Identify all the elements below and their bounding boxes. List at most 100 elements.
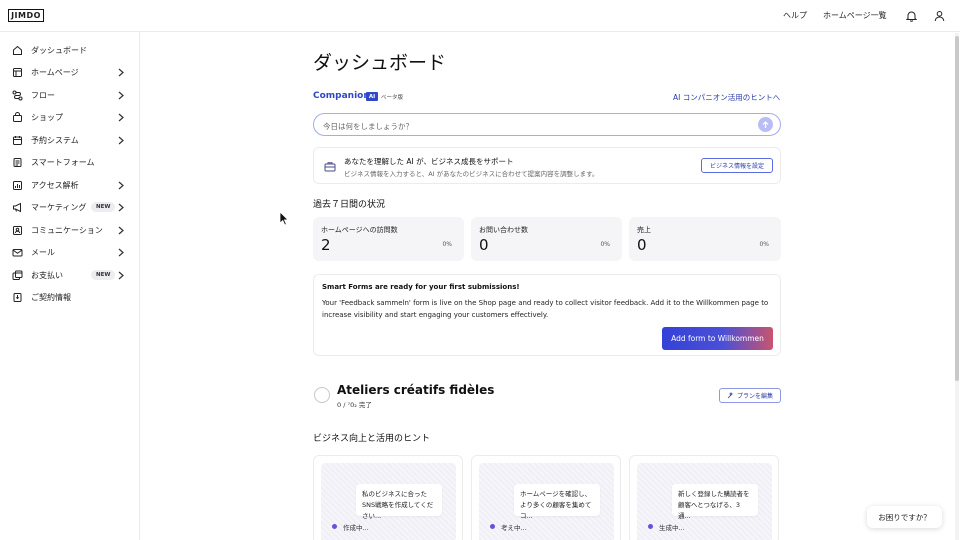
form-icon	[12, 157, 23, 168]
tip-card-preview: ホームページを確認し、より多くの顧客を集めてコ... 考え中...	[479, 463, 614, 540]
edit-plan-button[interactable]: プランを編集	[719, 388, 781, 403]
tip-text: ホームページを確認し、より多くの顧客を集めてコ...	[514, 484, 600, 520]
bag-icon	[12, 111, 23, 123]
sparkle-icon	[727, 392, 734, 399]
contact-icon	[12, 225, 23, 236]
stat-label: ホームページへの訪問数	[321, 226, 398, 234]
top-bar: JIMDO ヘルプ ホームページ一覧	[0, 0, 960, 32]
calendar-icon	[12, 135, 23, 146]
sidebar-item-label: ダッシュボード	[31, 45, 87, 55]
arrow-up-icon	[762, 120, 769, 128]
tip-status: 生成中...	[659, 524, 685, 532]
chevron-right-icon	[117, 112, 125, 122]
support-title: あなたを理解した AI が、ビジネス成長をサポート	[344, 157, 514, 166]
contract-icon	[12, 292, 23, 303]
stat-percent: 0%	[759, 241, 769, 248]
sidebar-item-booking[interactable]: 予約システム	[0, 130, 140, 150]
layout-icon	[12, 67, 23, 78]
sidebar-item-smart-form[interactable]: スマートフォーム	[0, 152, 140, 172]
sidebar-item-marketing[interactable]: マーケティング NEW	[0, 197, 140, 217]
send-button[interactable]	[758, 117, 773, 132]
status-dot	[648, 524, 653, 529]
chevron-right-icon	[117, 67, 125, 77]
beta-label: ベータ版	[381, 95, 404, 101]
support-subtitle: ビジネス情報を入力すると、AI があなたのビジネスに合わせて提案内容を調整します…	[344, 170, 599, 178]
tip-status: 考え中...	[501, 524, 527, 532]
stat-value: 0	[479, 236, 489, 254]
sidebar-item-label: メール	[31, 247, 55, 257]
companion-label: Companion	[313, 91, 370, 101]
sidebar-item-analytics[interactable]: アクセス解析	[0, 175, 140, 195]
tip-card[interactable]: 私のビジネスに合ったSNS戦略を作成してください... 作成中...	[313, 455, 463, 540]
stat-value: 0	[637, 236, 647, 254]
plan-progress: 0 / ⁷0₂ 完了	[337, 401, 372, 409]
chevron-right-icon	[117, 202, 125, 212]
chevron-right-icon	[117, 90, 125, 100]
add-form-button[interactable]: Add form to Willkommen	[662, 327, 773, 350]
sidebar-item-label: お支払い	[31, 270, 63, 280]
help-link[interactable]: ヘルプ	[783, 10, 807, 21]
jimdo-logo[interactable]: JIMDO	[8, 9, 44, 22]
mail-icon	[12, 247, 23, 258]
stat-card-visits: ホームページへの訪問数 2 0%	[313, 217, 464, 261]
stat-label: お問い合わせ数	[479, 226, 528, 234]
stats-heading: 過去７日間の状況	[313, 200, 386, 210]
sidebar-item-label: ご契約情報	[31, 292, 71, 302]
companion-hint-link[interactable]: AI コンパニオン活用のヒントへ	[673, 92, 780, 103]
ai-support-card: あなたを理解した AI が、ビジネス成長をサポート ビジネス情報を入力すると、A…	[313, 147, 781, 184]
sidebar: ダッシュボード ホームページ フロー ショップ 予約システム スマートフォーム …	[0, 32, 140, 540]
chart-icon	[12, 180, 23, 191]
set-business-info-button[interactable]: ビジネス情報を設定	[701, 158, 773, 173]
plan-title: Ateliers créatifs fidèles	[337, 383, 495, 397]
ai-tag: AI	[366, 92, 378, 101]
user-icon[interactable]	[932, 9, 946, 23]
sidebar-item-label: ホームページ	[31, 67, 79, 77]
tip-text: 新しく登録した購読者を顧客へとつなげる、3通...	[672, 484, 758, 520]
tip-card-preview: 新しく登録した購読者を顧客へとつなげる、3通... 生成中...	[637, 463, 772, 540]
sidebar-item-homepage[interactable]: ホームページ	[0, 62, 140, 82]
sidebar-item-contract[interactable]: ご契約情報	[0, 287, 140, 307]
sidebar-item-communication[interactable]: コミュニケーション	[0, 220, 140, 240]
tip-card[interactable]: 新しく登録した購読者を顧客へとつなげる、3通... 生成中...	[629, 455, 779, 540]
prompt-placeholder: 今日は何をしましょうか？	[323, 122, 413, 131]
status-dot	[332, 524, 337, 529]
stat-percent: 0%	[442, 241, 452, 248]
sidebar-item-label: スマートフォーム	[31, 157, 95, 167]
tip-card-preview: 私のビジネスに合ったSNS戦略を作成してください... 作成中...	[321, 463, 456, 540]
chevron-right-icon	[117, 247, 125, 257]
sidebar-item-shop[interactable]: ショップ	[0, 107, 140, 127]
tip-card[interactable]: ホームページを確認し、より多くの顧客を集めてコ... 考え中...	[471, 455, 621, 540]
stat-label: 売上	[637, 226, 651, 234]
tip-status: 作成中...	[343, 524, 369, 532]
home-icon	[12, 45, 23, 56]
help-chat-button[interactable]: お困りですか？	[867, 506, 942, 528]
new-badge: NEW	[91, 270, 116, 280]
sidebar-item-payment[interactable]: お支払い NEW	[0, 265, 140, 285]
edit-plan-label: プランを編集	[736, 393, 773, 400]
status-dot	[490, 524, 495, 529]
chevron-right-icon	[117, 225, 125, 235]
scrollbar-thumb[interactable]	[955, 36, 959, 381]
sidebar-item-label: コミュニケーション	[31, 225, 103, 235]
megaphone-icon	[12, 202, 23, 213]
companion-prompt-input[interactable]: 今日は何をしましょうか？	[313, 113, 781, 136]
tip-text: 私のビジネスに合ったSNS戦略を作成してください...	[356, 484, 442, 520]
chevron-right-icon	[117, 180, 125, 190]
sites-list-link[interactable]: ホームページ一覧	[823, 10, 887, 21]
sidebar-item-dashboard[interactable]: ダッシュボード	[0, 40, 140, 60]
sidebar-item-label: フロー	[31, 90, 55, 100]
tips-heading: ビジネス向上と活用のヒント	[313, 434, 431, 444]
stat-card-inquiries: お問い合わせ数 0 0%	[471, 217, 622, 261]
new-badge: NEW	[91, 202, 116, 212]
sidebar-item-mail[interactable]: メール	[0, 242, 140, 262]
sidebar-item-label: 予約システム	[31, 135, 79, 145]
smart-forms-title: Smart Forms are ready for your first sub…	[322, 283, 520, 291]
briefcase-icon	[324, 160, 336, 172]
smart-forms-body: Your 'Feedback sammeln' form is live on …	[322, 299, 769, 319]
bell-icon[interactable]	[904, 9, 918, 23]
chevron-right-icon	[117, 135, 125, 145]
chevron-right-icon	[117, 270, 125, 280]
sidebar-item-label: ショップ	[31, 112, 63, 122]
page-title: ダッシュボード	[313, 52, 447, 74]
sidebar-item-flow[interactable]: フロー	[0, 85, 140, 105]
